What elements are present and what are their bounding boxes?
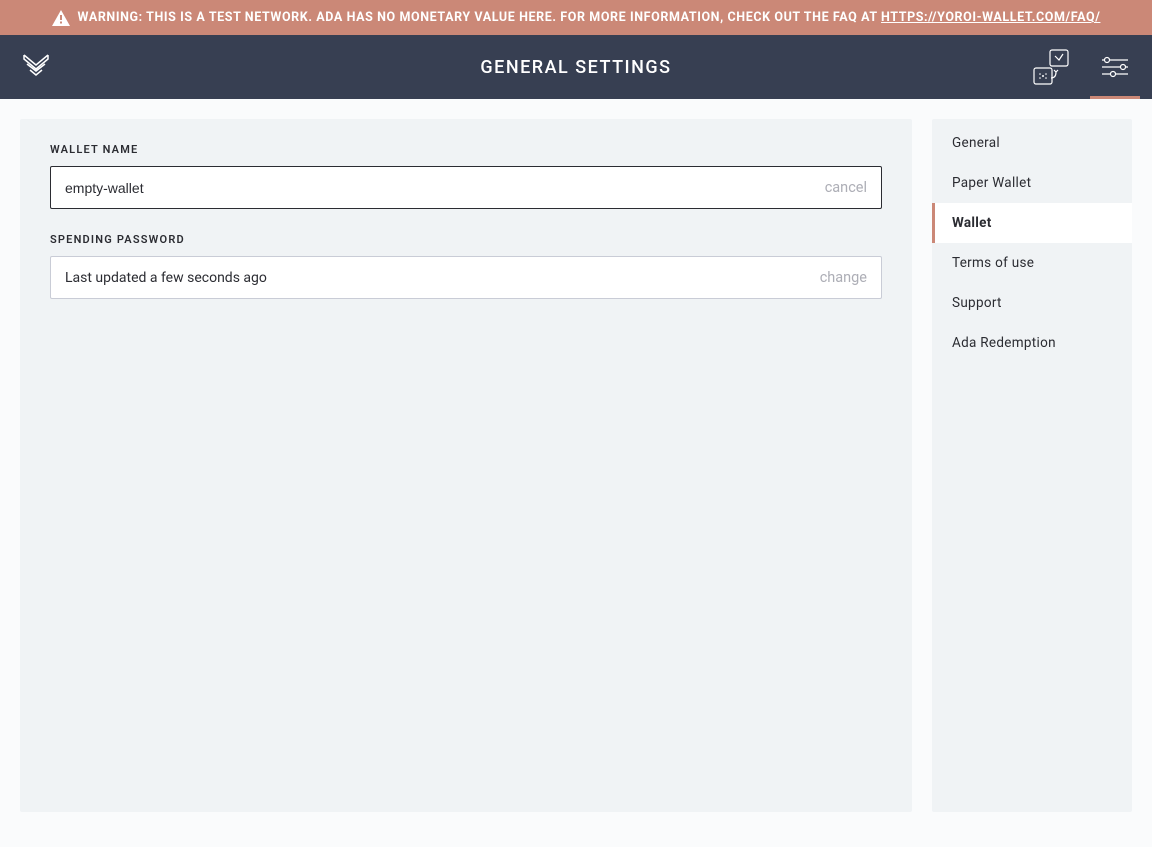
settings-main-panel: WALLET NAME cancel SPENDING PASSWORD Las…	[20, 119, 912, 812]
daedalus-transfer-icon[interactable]	[1028, 35, 1074, 99]
sidebar-item-wallet[interactable]: Wallet	[932, 203, 1132, 243]
warning-text: WARNING: THIS IS A TEST NETWORK. ADA HAS…	[78, 7, 1101, 28]
spending-password-row: Last updated a few seconds ago change	[50, 256, 882, 299]
sidebar-item-paper-wallet[interactable]: Paper Wallet	[932, 163, 1132, 203]
spending-password-status: Last updated a few seconds ago	[65, 270, 810, 286]
test-network-warning-banner: WARNING: THIS IS A TEST NETWORK. ADA HAS…	[0, 0, 1152, 35]
spending-password-label: SPENDING PASSWORD	[50, 233, 882, 246]
yoroi-logo-icon[interactable]	[20, 49, 52, 85]
sidebar-item-support[interactable]: Support	[932, 283, 1132, 323]
wallet-name-input-wrapper: cancel	[50, 166, 882, 209]
warning-icon	[52, 10, 70, 26]
app-header: GENERAL SETTINGS	[0, 35, 1152, 99]
settings-icon[interactable]	[1098, 35, 1132, 99]
wallet-name-label: WALLET NAME	[50, 143, 882, 156]
faq-link[interactable]: HTTPS://YOROI-WALLET.COM/FAQ/	[881, 10, 1100, 25]
content-area: WALLET NAME cancel SPENDING PASSWORD Las…	[0, 99, 1152, 832]
sidebar-item-general[interactable]: General	[932, 119, 1132, 163]
wallet-name-field-group: WALLET NAME cancel	[50, 143, 882, 209]
wallet-name-input[interactable]	[65, 180, 815, 196]
wallet-name-cancel-button[interactable]: cancel	[825, 179, 867, 196]
spending-password-field-group: SPENDING PASSWORD Last updated a few sec…	[50, 233, 882, 299]
page-title: GENERAL SETTINGS	[480, 57, 671, 78]
settings-sidebar: General Paper Wallet Wallet Terms of use…	[932, 119, 1132, 812]
sidebar-item-terms-of-use[interactable]: Terms of use	[932, 243, 1132, 283]
sidebar-item-ada-redemption[interactable]: Ada Redemption	[932, 323, 1132, 363]
spending-password-change-button[interactable]: change	[820, 269, 867, 286]
